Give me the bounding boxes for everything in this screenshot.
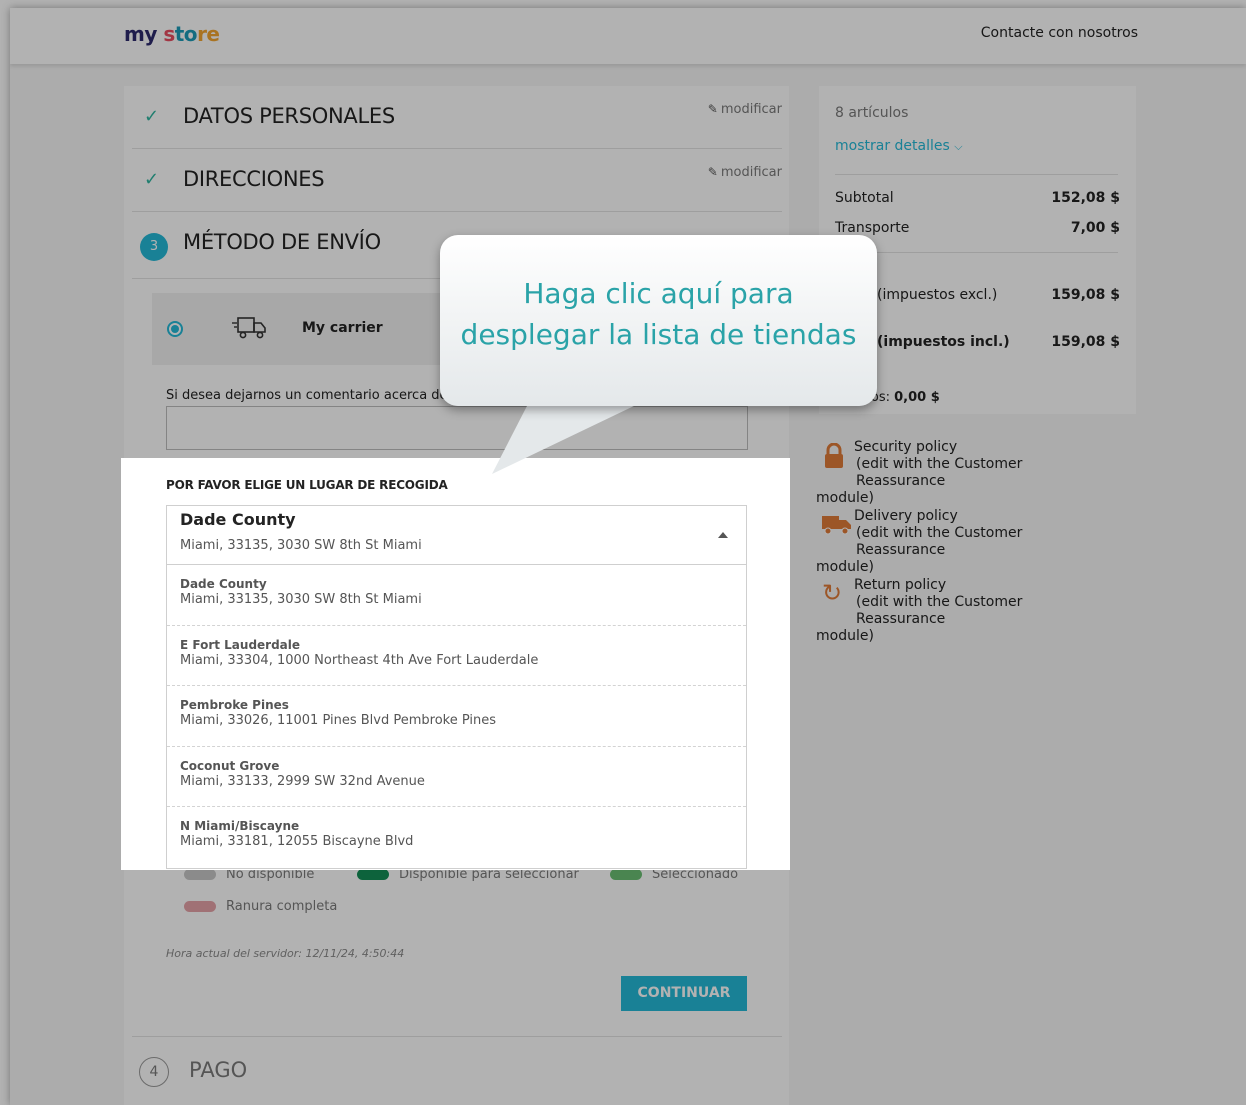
pickup-store-select[interactable]: Dade County Miami, 33135, 3030 SW 8th St… bbox=[166, 505, 747, 565]
callout-text: Haga clic aquí para desplegar la lista d… bbox=[460, 277, 857, 351]
caret-up-icon bbox=[718, 532, 728, 538]
selected-store-address: Miami, 33135, 3030 SW 8th St Miami bbox=[180, 538, 422, 553]
selected-store-name: Dade County bbox=[180, 510, 296, 529]
store-option[interactable]: N Miami/Biscayne Miami, 33181, 12055 Bis… bbox=[167, 807, 746, 868]
tutorial-callout: Haga clic aquí para desplegar la lista d… bbox=[440, 235, 877, 406]
pickup-title: POR FAVOR ELIGE UN LUGAR DE RECOGIDA bbox=[166, 478, 448, 492]
pickup-store-list: Dade County Miami, 33135, 3030 SW 8th St… bbox=[166, 565, 747, 869]
store-option[interactable]: Coconut Grove Miami, 33133, 2999 SW 32nd… bbox=[167, 747, 746, 807]
store-option[interactable]: Dade County Miami, 33135, 3030 SW 8th St… bbox=[167, 565, 746, 626]
store-option[interactable]: E Fort Lauderdale Miami, 33304, 1000 Nor… bbox=[167, 626, 746, 686]
pickup-spotlight: POR FAVOR ELIGE UN LUGAR DE RECOGIDA Dad… bbox=[121, 458, 790, 870]
store-option[interactable]: Pembroke Pines Miami, 33026, 11001 Pines… bbox=[167, 686, 746, 747]
callout-tail bbox=[492, 404, 638, 474]
